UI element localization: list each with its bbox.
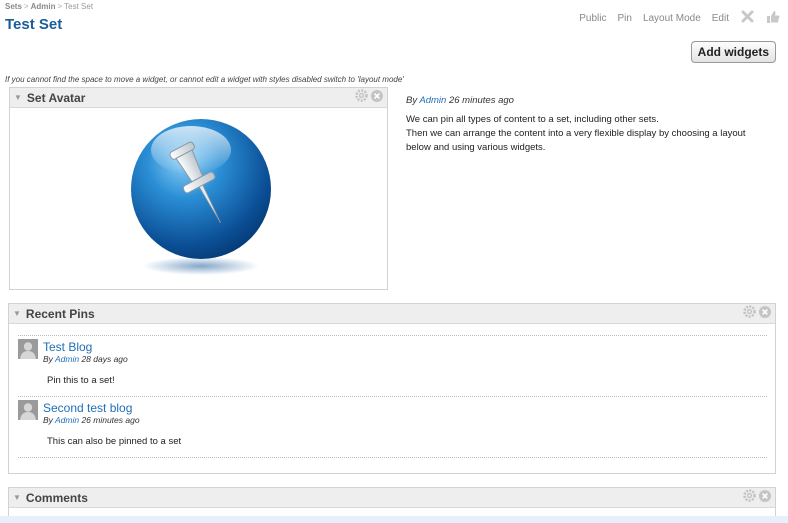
recent-pins-widget: ▼ Recent Pins Test Blog By Admin 28 days… (8, 303, 776, 474)
description-line-2: Then we can arrange the content into a v… (406, 128, 746, 153)
widget-header[interactable]: ▼ Set Avatar (10, 88, 387, 108)
pin-link[interactable]: Pin (617, 13, 631, 24)
pushpin-globe-icon (131, 119, 271, 275)
widget-header[interactable]: ▼ Recent Pins (9, 304, 775, 324)
timestamp: 28 days ago (81, 354, 128, 364)
list-item: Test Blog By Admin 28 days ago Pin this … (18, 335, 767, 396)
breadcrumb-separator: > (57, 2, 63, 11)
pin-text: This can also be pinned to a set (47, 436, 182, 447)
pin-title-link[interactable]: Second test blog (43, 401, 132, 415)
page-title: Test Set (5, 16, 63, 33)
pin-text: Pin this to a set! (47, 375, 115, 386)
gear-icon[interactable] (355, 88, 368, 107)
set-description: By Admin 26 minutes ago We can pin all t… (406, 94, 771, 155)
set-avatar-widget: ▼ Set Avatar (9, 87, 388, 290)
widget-title: Set Avatar (26, 90, 86, 105)
gear-icon[interactable] (743, 304, 756, 323)
top-actions: Public Pin Layout Mode Edit (568, 10, 780, 26)
close-circle-icon[interactable] (371, 89, 383, 107)
collapse-triangle-icon[interactable]: ▼ (14, 93, 22, 102)
description-line-1: We can pin all types of content to a set… (406, 114, 659, 125)
layout-mode-link[interactable]: Layout Mode (643, 13, 701, 24)
list-item: Second test blog By Admin 26 minutes ago… (18, 396, 767, 457)
by-label: By (406, 95, 418, 106)
by-label: By (43, 415, 53, 425)
breadcrumb-sets[interactable]: Sets (5, 2, 22, 11)
timestamp: 26 minutes ago (81, 415, 140, 425)
close-x-icon[interactable] (741, 10, 754, 26)
thumbs-up-icon[interactable] (766, 10, 780, 26)
timestamp: 26 minutes ago (448, 95, 514, 106)
close-circle-icon[interactable] (759, 305, 771, 323)
breadcrumb-admin[interactable]: Admin (31, 2, 56, 11)
add-widgets-button[interactable]: Add widgets (690, 41, 776, 63)
close-circle-icon[interactable] (759, 489, 771, 507)
breadcrumb: Sets > Admin > Test Set (5, 2, 93, 11)
edit-link[interactable]: Edit (712, 13, 729, 24)
gear-icon[interactable] (743, 488, 756, 507)
widget-header[interactable]: ▼ Comments (9, 488, 775, 508)
user-avatar-icon (18, 400, 38, 425)
pin-meta: By Admin 26 minutes ago (43, 415, 140, 425)
pins-list: Test Blog By Admin 28 days ago Pin this … (9, 324, 775, 458)
pin-meta: By Admin 28 days ago (43, 354, 128, 364)
user-avatar-icon (18, 339, 38, 364)
widget-title: Comments (25, 490, 88, 505)
set-meta: By Admin 26 minutes ago (406, 94, 771, 108)
collapse-triangle-icon[interactable]: ▼ (13, 493, 21, 502)
layout-mode-hint: If you cannot find the space to move a w… (5, 75, 404, 84)
author-link[interactable]: Admin (419, 95, 446, 106)
breadcrumb-current: Test Set (64, 2, 94, 11)
author-link[interactable]: Admin (55, 415, 79, 425)
widget-title: Recent Pins (25, 306, 95, 321)
breadcrumb-separator: > (23, 2, 29, 11)
divider (18, 457, 767, 458)
pin-title-link[interactable]: Test Blog (43, 340, 92, 354)
collapse-triangle-icon[interactable]: ▼ (13, 309, 21, 318)
set-avatar-image-area (10, 108, 387, 289)
author-link[interactable]: Admin (55, 354, 79, 364)
page-bottom-strip (0, 516, 788, 523)
public-link[interactable]: Public (579, 13, 606, 24)
by-label: By (43, 354, 53, 364)
